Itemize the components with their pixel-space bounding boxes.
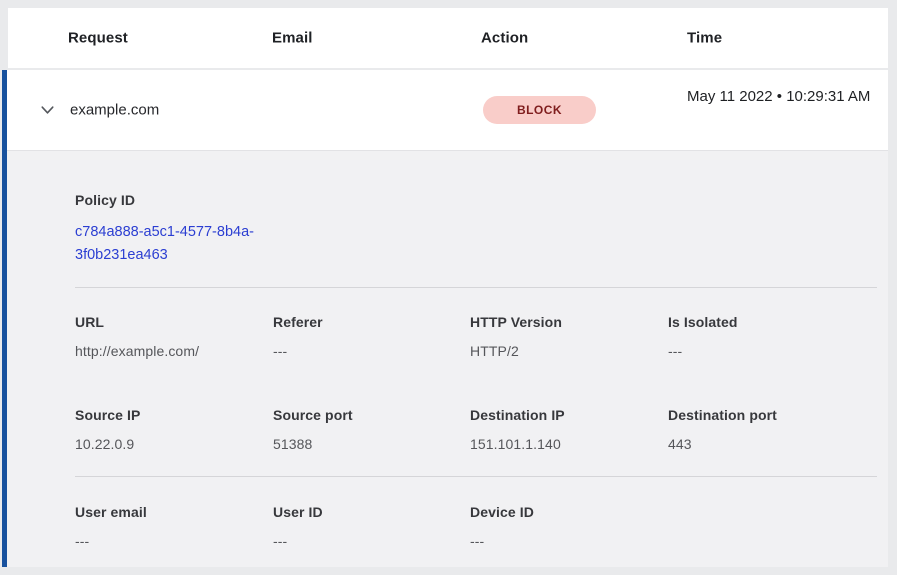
field-label: User ID [273, 504, 470, 520]
detail-row-http: URL http://example.com/ Referer --- HTTP… [75, 314, 877, 359]
request-domain: example.com [70, 102, 159, 119]
expanded-log-entry: example.com BLOCK May 11 2022 • 10:29:31… [2, 70, 888, 567]
field-label: Source port [273, 407, 470, 423]
field-label [668, 504, 877, 520]
chevron-down-icon[interactable] [38, 101, 57, 120]
detail-field-policy-id: Policy ID c784a888-a5c1-4577-8b4a-3f0b23… [75, 192, 877, 267]
field-label: User email [75, 504, 273, 520]
divider [75, 476, 877, 477]
field-label: Device ID [470, 504, 668, 520]
field-label: Source IP [75, 407, 273, 423]
field-label: URL [75, 314, 273, 330]
divider [75, 287, 877, 288]
column-header-request: Request [68, 30, 128, 47]
detail-field-destination-port: Destination port 443 [668, 407, 877, 452]
detail-row-user: User email --- User ID --- Device ID --- [75, 504, 877, 549]
log-row[interactable]: example.com BLOCK May 11 2022 • 10:29:31… [7, 70, 888, 150]
detail-field-url: URL http://example.com/ [75, 314, 273, 359]
field-value: 443 [668, 436, 877, 452]
field-value: 51388 [273, 436, 470, 452]
log-table-header: Request Email Action Time [8, 8, 888, 68]
detail-field-is-isolated: Is Isolated --- [668, 314, 877, 359]
field-value: --- [273, 343, 470, 359]
field-value: --- [273, 533, 470, 549]
field-value: HTTP/2 [470, 343, 668, 359]
column-header-time: Time [687, 30, 722, 47]
field-value: --- [75, 533, 273, 549]
field-value: 10.22.0.9 [75, 436, 273, 452]
detail-field-empty [668, 504, 877, 549]
detail-field-source-ip: Source IP 10.22.0.9 [75, 407, 273, 452]
column-header-action: Action [481, 30, 528, 47]
detail-field-user-id: User ID --- [273, 504, 470, 549]
field-value: --- [668, 343, 877, 359]
column-header-email: Email [272, 30, 313, 47]
action-badge-block: BLOCK [483, 96, 596, 124]
field-label: Destination IP [470, 407, 668, 423]
detail-field-source-port: Source port 51388 [273, 407, 470, 452]
detail-field-device-id: Device ID --- [470, 504, 668, 549]
field-label: Is Isolated [668, 314, 877, 330]
policy-id-link[interactable]: c784a888-a5c1-4577-8b4a-3f0b231ea463 [75, 221, 281, 267]
detail-row-network: Source IP 10.22.0.9 Source port 51388 De… [75, 407, 877, 452]
field-value: 151.101.1.140 [470, 436, 668, 452]
detail-field-referer: Referer --- [273, 314, 470, 359]
field-label: Destination port [668, 407, 877, 423]
field-value: http://example.com/ [75, 343, 273, 359]
field-label: HTTP Version [470, 314, 668, 330]
detail-field-user-email: User email --- [75, 504, 273, 549]
field-label: Referer [273, 314, 470, 330]
timestamp: May 11 2022 • 10:29:31 AM [687, 85, 877, 109]
detail-field-destination-ip: Destination IP 151.101.1.140 [470, 407, 668, 452]
field-value: --- [470, 533, 668, 549]
log-detail-panel: Policy ID c784a888-a5c1-4577-8b4a-3f0b23… [7, 150, 888, 567]
policy-id-label: Policy ID [75, 192, 877, 208]
detail-field-http-version: HTTP Version HTTP/2 [470, 314, 668, 359]
